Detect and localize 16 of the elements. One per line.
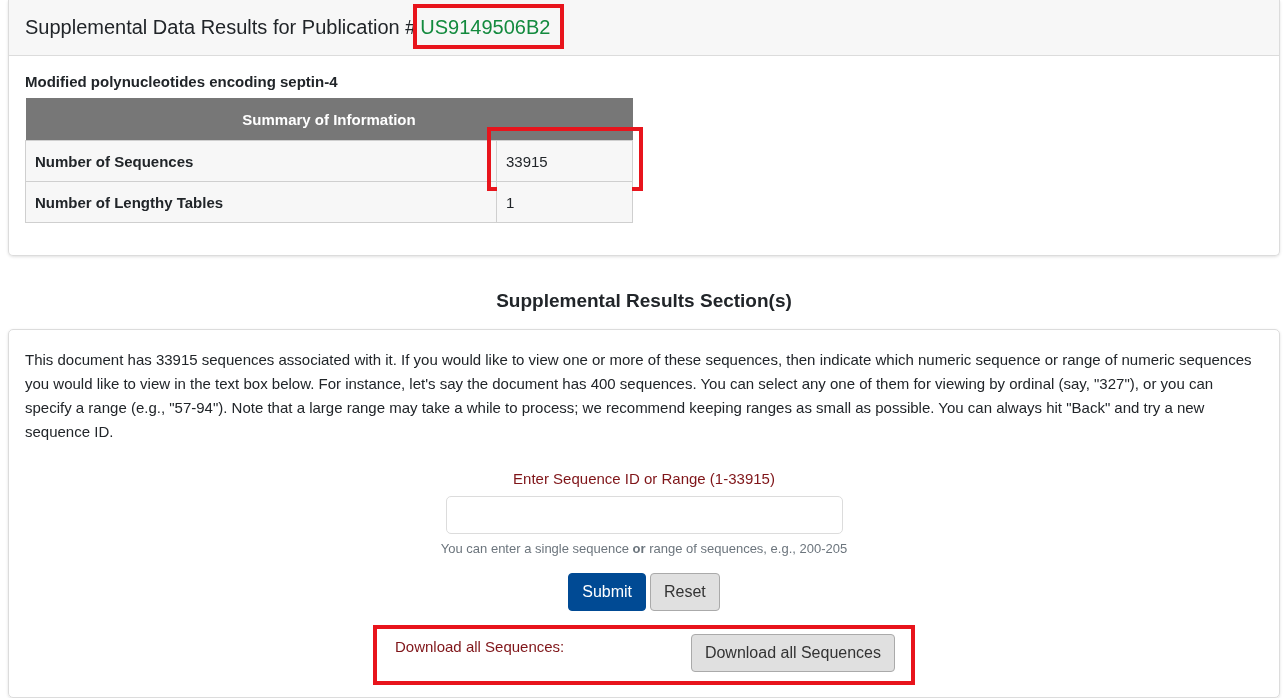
reset-button[interactable]: Reset: [650, 573, 720, 611]
table-header: Summary of Information: [25, 98, 633, 141]
field-label: Enter Sequence ID or Range (1-33915): [513, 470, 775, 487]
help-text: You can enter a single sequence or range of sequences, e.g., 200-205: [440, 541, 848, 556]
table-cell: Number of Sequences: [25, 140, 497, 182]
input-field[interactable]: [445, 496, 843, 534]
table-cell: 33915: [506, 152, 548, 170]
download-label: Download all Sequences:: [395, 638, 565, 655]
description-paragraph: This document has 33915 sequences associated with it. If you would like to view one or more of these sequences, then indicate which numeric sequence or range of numeric sequences you would like to view in the text box below. For instance, let's say the document has 400 sequences. You can select any one of them for viewing by ordinal (say, "327"), or you can specify a range (e.g., "57-94"). Note that a large range may take a while to process; we recommend keeping ranges as small as possible. You can always hit "Back" and try a new sequence ID.: [25, 350, 1253, 442]
download-button[interactable]: Download all Sequences: [690, 634, 895, 672]
publication-subtitle: Modified polynucleotides encoding septin-4: [25, 73, 339, 90]
table-cell: Number of Lengthy Tables: [25, 181, 497, 223]
table-cell: 1: [506, 193, 515, 211]
section-heading: Supplemental Results Section(s): [495, 290, 793, 312]
submit-button[interactable]: Submit: [568, 573, 646, 611]
publication-id: US9149506B2: [420, 16, 551, 38]
